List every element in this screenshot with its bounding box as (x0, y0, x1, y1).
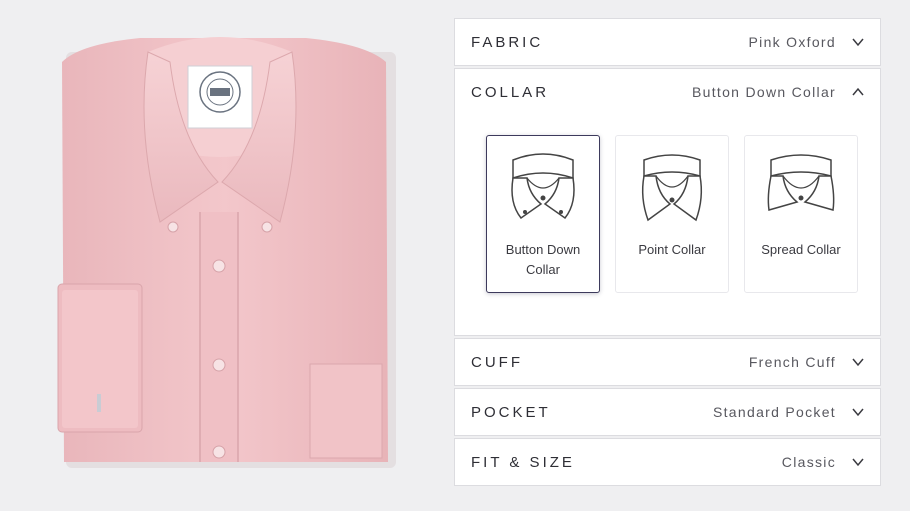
fit-size-title: FIT & SIZE (471, 453, 575, 471)
collar-accordion-header[interactable]: COLLAR Button Down Collar (455, 69, 880, 115)
spread-collar-icon (767, 154, 835, 211)
pocket-accordion-header[interactable]: POCKET Standard Pocket (454, 388, 881, 436)
point-collar-icon (641, 154, 703, 222)
collar-accordion: COLLAR Button Down Collar Button Down Co… (454, 68, 881, 336)
collar-option-point[interactable]: Point Collar (615, 135, 729, 293)
chevron-down-icon (852, 358, 864, 367)
option-label: Point Collar (638, 242, 706, 257)
chevron-down-icon (852, 408, 864, 417)
fit-size-value: Classic (781, 454, 836, 470)
pink-shirt-illustration (57, 37, 396, 468)
cuff-value: French Cuff (748, 354, 836, 370)
fabric-value: Pink Oxford (748, 34, 836, 50)
customizer-panel: FABRIC Pink Oxford COLLAR Button Down Co… (454, 18, 881, 488)
chevron-up-icon (852, 87, 864, 96)
pocket-title: POCKET (471, 403, 551, 421)
fabric-title: FABRIC (471, 33, 544, 51)
chevron-down-icon (852, 458, 864, 467)
collar-option-spread[interactable]: Spread Collar (744, 135, 858, 293)
collar-option-button-down[interactable]: Button Down Collar (486, 135, 600, 293)
collar-title: COLLAR (471, 83, 550, 101)
cuff-title: CUFF (471, 353, 523, 371)
option-label: Button Down Collar (505, 242, 581, 277)
option-label: Spread Collar (761, 242, 841, 257)
fit-size-accordion-header[interactable]: FIT & SIZE Classic (454, 438, 881, 486)
chevron-down-icon (852, 38, 864, 47)
collar-value: Button Down Collar (691, 84, 836, 100)
fabric-accordion-header[interactable]: FABRIC Pink Oxford (454, 18, 881, 66)
collar-options: Button Down Collar Point Collar Spread C… (455, 115, 880, 315)
pocket-value: Standard Pocket (712, 404, 836, 420)
button-down-collar-icon (511, 153, 575, 220)
cuff-accordion-header[interactable]: CUFF French Cuff (454, 338, 881, 386)
shirt-preview-image (40, 22, 410, 470)
